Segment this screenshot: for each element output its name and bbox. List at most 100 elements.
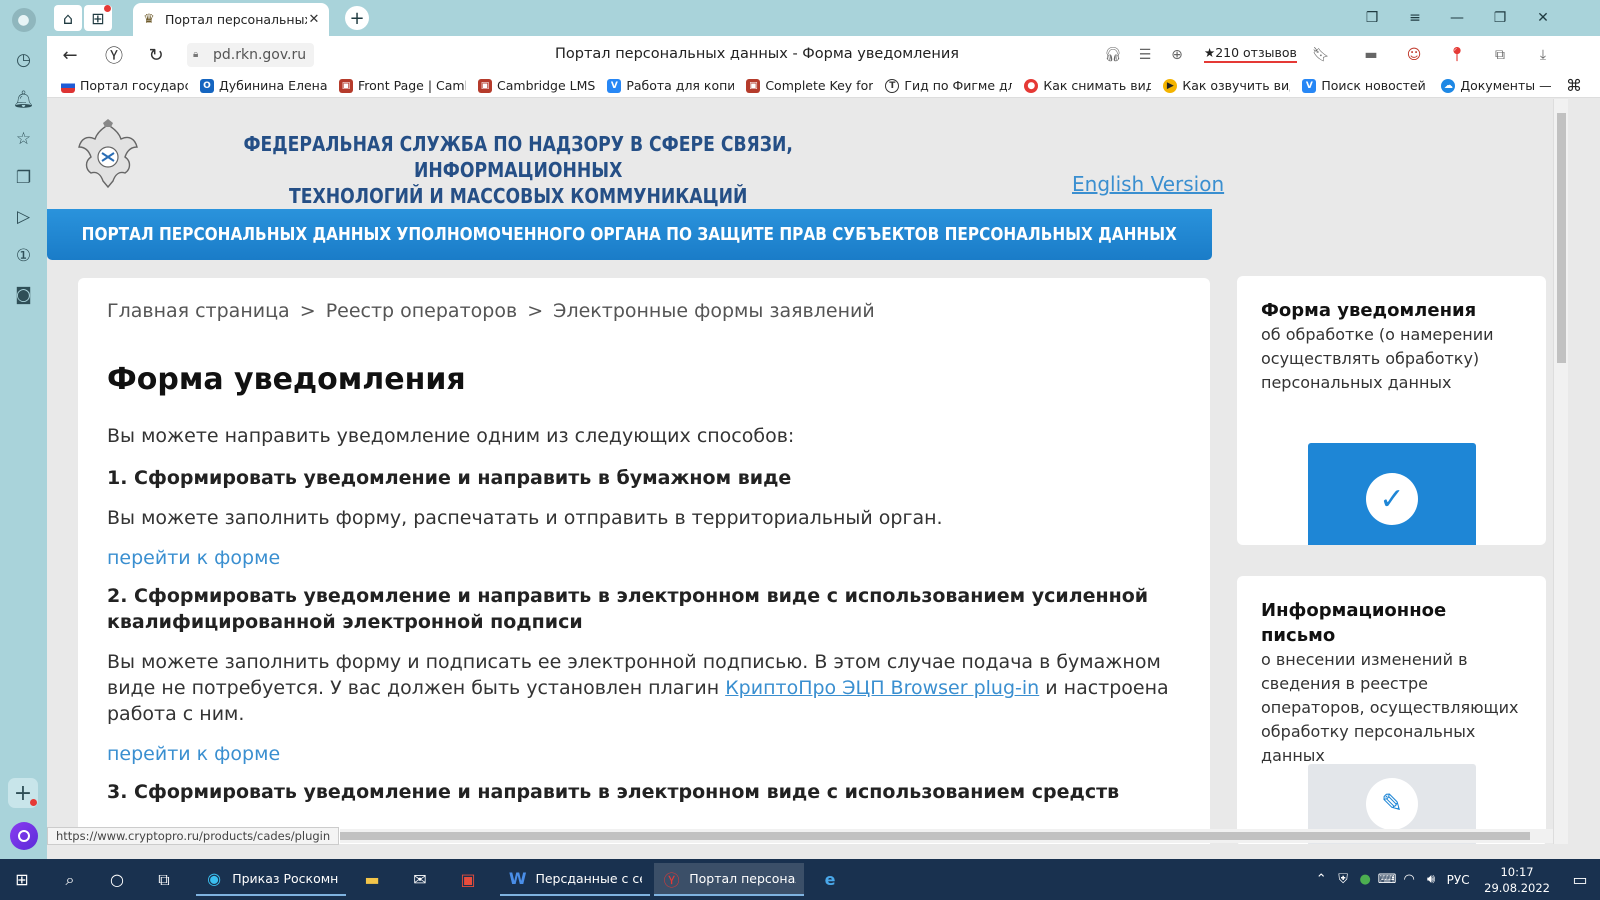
section-1-text: Вы можете заполнить форму, распечатать и… bbox=[107, 507, 943, 529]
bookmark-item[interactable]: Портал государст bbox=[61, 78, 188, 93]
reload-icon[interactable]: ↻ bbox=[143, 43, 169, 67]
yandex-icon[interactable]: Ⓨ bbox=[101, 43, 127, 67]
restore-icon[interactable]: ❐ bbox=[1487, 6, 1513, 30]
cryptopro-plugin-link[interactable]: КриптоПро ЭЦП Browser plug-in bbox=[725, 677, 1039, 699]
lock-icon: 🔒︎ bbox=[193, 49, 199, 60]
reviews-badge[interactable]: ★210 отзывов bbox=[1204, 45, 1297, 63]
active-tab[interactable]: ♛ Портал персональных д ✕ bbox=[133, 3, 329, 36]
menu-icon[interactable]: ≡ bbox=[1402, 6, 1428, 30]
bookmark-item[interactable]: ▣ Cambridge LMS bbox=[478, 78, 595, 93]
language-indicator[interactable]: РУС bbox=[1442, 873, 1474, 887]
bookmark-item[interactable]: V Поиск новостей п bbox=[1302, 78, 1429, 93]
bell-icon[interactable]: 🔔︎ bbox=[10, 86, 37, 113]
wifi-icon[interactable]: ◠ bbox=[1398, 872, 1420, 887]
breadcrumb: Главная страница > Реестр операторов > Э… bbox=[107, 300, 875, 322]
page-viewport: ФЕДЕРАЛЬНАЯ СЛУЖБА ПО НАДЗОРУ В СФЕРЕ СВ… bbox=[47, 99, 1553, 844]
security-icon[interactable]: ⛨ bbox=[1332, 872, 1354, 887]
breadcrumb-item-registry[interactable]: Реестр операторов bbox=[326, 300, 517, 322]
alice-assistant-button[interactable] bbox=[10, 822, 38, 850]
shield-icon[interactable]: ● bbox=[1354, 872, 1376, 887]
extension-icon[interactable]: ▬ bbox=[1360, 44, 1382, 66]
bookmark-item[interactable]: ▣ Front Page | Camb bbox=[339, 78, 466, 93]
extensions-icon[interactable]: ⧉ bbox=[1489, 44, 1511, 66]
bookmark-item[interactable]: OДубинина Елена Е bbox=[200, 78, 327, 93]
home-tab-button[interactable]: ⌂ bbox=[54, 5, 82, 31]
bookmark-favicon-icon: ▣ bbox=[339, 78, 353, 93]
task-view-icon: ⧉ bbox=[158, 869, 170, 889]
taskbar-ie[interactable]: e bbox=[818, 863, 842, 896]
page-heading: Форма уведомления bbox=[107, 362, 466, 397]
address-bar-row: ← Ⓨ ↻ 🔒︎ pd.rkn.gov.ru Портал персональн… bbox=[47, 36, 1600, 74]
new-tab-button[interactable]: + bbox=[345, 6, 369, 30]
english-version-link[interactable]: English Version bbox=[1072, 172, 1224, 196]
section-2-form-link[interactable]: перейти к форме bbox=[107, 743, 1181, 765]
bookmark-item[interactable]: ▶Как озвучить виде bbox=[1163, 78, 1290, 93]
start-button[interactable]: ⊞ bbox=[10, 863, 34, 896]
scrollbar-thumb[interactable] bbox=[1557, 113, 1566, 363]
emblem-favicon-icon: ♛ bbox=[143, 11, 155, 27]
office-icon: ▣ bbox=[460, 870, 476, 889]
side-card-notification-form[interactable]: Форма уведомления об обработке (о намере… bbox=[1237, 276, 1546, 545]
url-field[interactable]: 🔒︎ pd.rkn.gov.ru bbox=[187, 43, 315, 67]
bookmark-item[interactable]: T Гид по Фигме для bbox=[885, 78, 1012, 93]
taskbar-app-word[interactable]: WПерсданные с сен... bbox=[500, 863, 650, 896]
url-text: pd.rkn.gov.ru bbox=[213, 47, 307, 63]
document-illustration: ✓ bbox=[1308, 443, 1476, 545]
collections-icon[interactable]: ❐ bbox=[10, 164, 37, 191]
section-1-form-link[interactable]: перейти к форме bbox=[107, 547, 1181, 569]
search-button[interactable]: ⌕ bbox=[58, 863, 82, 896]
zoom-icon[interactable]: ⊕ bbox=[1166, 44, 1188, 66]
bookmarks-bar: Портал государст OДубинина Елена Е ▣Fron… bbox=[47, 74, 1600, 98]
taskbar-office[interactable]: ▣ bbox=[456, 863, 480, 896]
scrollbar-thumb[interactable] bbox=[340, 832, 1530, 840]
input-icon[interactable]: ⌨ bbox=[1376, 872, 1398, 887]
volume-icon[interactable]: 🔊︎ bbox=[1420, 872, 1442, 887]
add-panel-button[interactable]: + bbox=[8, 778, 38, 808]
mail-icon: ✉ bbox=[413, 870, 427, 889]
notifications-icon[interactable]: ▭ bbox=[1560, 870, 1600, 889]
clock[interactable]: 10:17 29.08.2022 bbox=[1484, 864, 1550, 896]
taskbar-app-edge[interactable]: ◉Приказ Роскомна... bbox=[196, 863, 346, 896]
chevron-up-icon[interactable]: ⌃ bbox=[1310, 872, 1332, 887]
folder-icon: ▬ bbox=[364, 870, 380, 889]
bookmark-item[interactable]: ● Как снимать виде bbox=[1024, 78, 1151, 93]
window-close-icon[interactable]: ✕ bbox=[1530, 6, 1556, 30]
task-view-button[interactable]: ⧉ bbox=[152, 863, 176, 896]
portal-banner: ПОРТАЛ ПЕРСОНАЛЬНЫХ ДАННЫХ УПОЛНОМОЧЕННО… bbox=[47, 209, 1212, 260]
bookmark-favicon-icon: V bbox=[1302, 78, 1317, 93]
profile-avatar[interactable]: ● bbox=[10, 6, 37, 33]
tab-manager-icon[interactable]: ❒ bbox=[1359, 6, 1385, 30]
vertical-scrollbar[interactable] bbox=[1553, 99, 1568, 844]
cortana-button[interactable]: ○ bbox=[105, 863, 129, 896]
bookmark-item[interactable]: ☁ Документы — bbox=[1441, 78, 1552, 93]
horizontal-scrollbar[interactable] bbox=[340, 829, 1553, 843]
taskbar-mail[interactable]: ✉ bbox=[408, 863, 432, 896]
taskbar-explorer[interactable]: ▬ bbox=[360, 863, 384, 896]
history-icon[interactable]: ◷ bbox=[10, 46, 37, 73]
bookmark-item[interactable]: V Работа для копир bbox=[607, 78, 734, 93]
pin-icon[interactable]: 📍︎ bbox=[1446, 44, 1468, 66]
breadcrumb-item-home[interactable]: Главная страница bbox=[107, 300, 290, 322]
taskbar-app-yandex[interactable]: ⓎПортал персональ... bbox=[654, 863, 804, 896]
bookmarks-tab-button[interactable]: ⊞ bbox=[84, 5, 112, 31]
close-tab-icon[interactable]: ✕ bbox=[307, 12, 321, 27]
minimize-icon[interactable]: — bbox=[1444, 6, 1470, 30]
breadcrumb-item-forms[interactable]: Электронные формы заявлений bbox=[553, 300, 875, 322]
bookmark-favicon-icon: ▣ bbox=[478, 78, 492, 93]
back-icon[interactable]: ← bbox=[57, 43, 83, 67]
play-icon[interactable]: ▷ bbox=[10, 203, 37, 230]
extension-icon[interactable]: ☺ bbox=[1403, 44, 1425, 66]
download-icon[interactable]: ⤓ bbox=[1532, 44, 1554, 66]
camera-icon[interactable]: ◙ bbox=[10, 281, 37, 308]
tab-number-icon[interactable]: ① bbox=[10, 242, 37, 269]
reader-mode-icon[interactable]: ☰ bbox=[1134, 44, 1156, 66]
notification-dot bbox=[30, 799, 37, 806]
windows-taskbar: ⊞ ⌕ ○ ⧉ ◉Приказ Роскомна... ▬ ✉ ▣ WПерсд… bbox=[0, 859, 1600, 900]
side-card-information-letter[interactable]: Информационное письмо о внесении изменен… bbox=[1237, 576, 1546, 844]
headphones-icon[interactable]: 🎧︎ bbox=[1102, 44, 1124, 66]
browser-sidebar: ● ◷ 🔔︎ ☆ ❐ ▷ ① ◙ + bbox=[0, 0, 47, 859]
star-icon[interactable]: ☆ bbox=[10, 125, 37, 152]
more-bookmarks-icon[interactable]: ⌘ bbox=[1566, 76, 1582, 95]
bookmark-item[interactable]: ▣ Complete Key for bbox=[746, 78, 873, 93]
bookmark-icon[interactable]: 🔖︎ bbox=[1310, 44, 1332, 66]
